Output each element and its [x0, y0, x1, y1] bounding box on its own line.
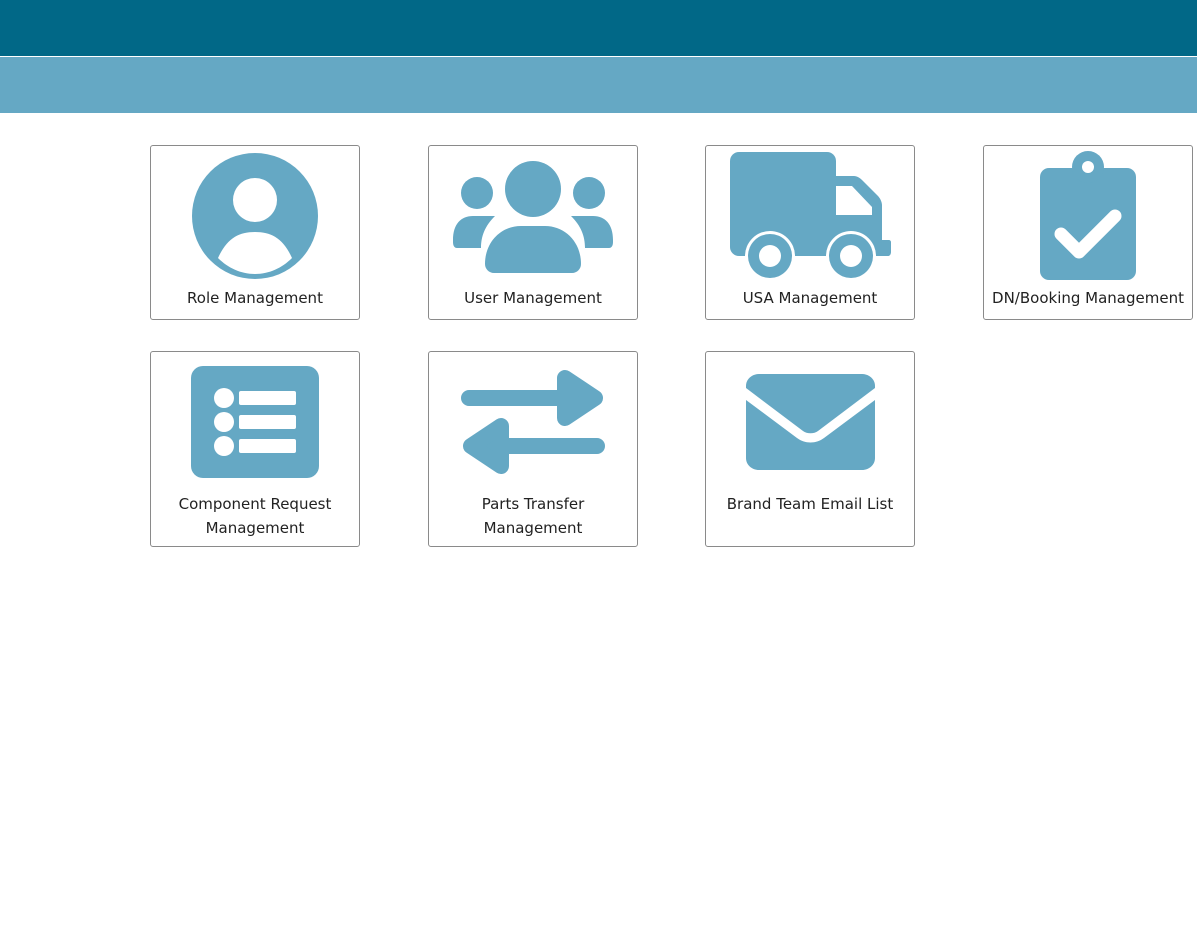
user-circle-icon — [151, 146, 359, 286]
list-icon — [151, 352, 359, 492]
tile-label: User Management — [464, 289, 602, 307]
clipboard-check-icon — [984, 146, 1192, 286]
tile-label: Brand Team Email List — [726, 495, 894, 513]
top-header-bar — [0, 0, 1197, 56]
tile-label: Parts Transfer Management — [481, 495, 585, 537]
tile-label: Role Management — [187, 289, 323, 307]
tile-usa-management[interactable]: USA Management — [705, 145, 915, 320]
tile-brand-team-email-list[interactable]: Brand Team Email List — [705, 351, 915, 547]
tile-label: DN/Booking Management — [992, 289, 1184, 307]
truck-icon — [706, 146, 914, 286]
tile-role-management[interactable]: Role Management — [150, 145, 360, 320]
tile-label: Component Request Management — [178, 495, 332, 537]
sub-header-bar — [0, 57, 1197, 113]
exchange-arrows-icon — [429, 352, 637, 492]
tile-parts-transfer-management[interactable]: Parts Transfer Management — [428, 351, 638, 547]
tile-user-management[interactable]: User Management — [428, 145, 638, 320]
tile-component-request-management[interactable]: Component Request Management — [150, 351, 360, 547]
envelope-icon — [706, 352, 914, 492]
tile-label: USA Management — [742, 289, 878, 307]
users-icon — [429, 146, 637, 286]
tile-dn-booking-management[interactable]: DN/Booking Management — [983, 145, 1193, 320]
